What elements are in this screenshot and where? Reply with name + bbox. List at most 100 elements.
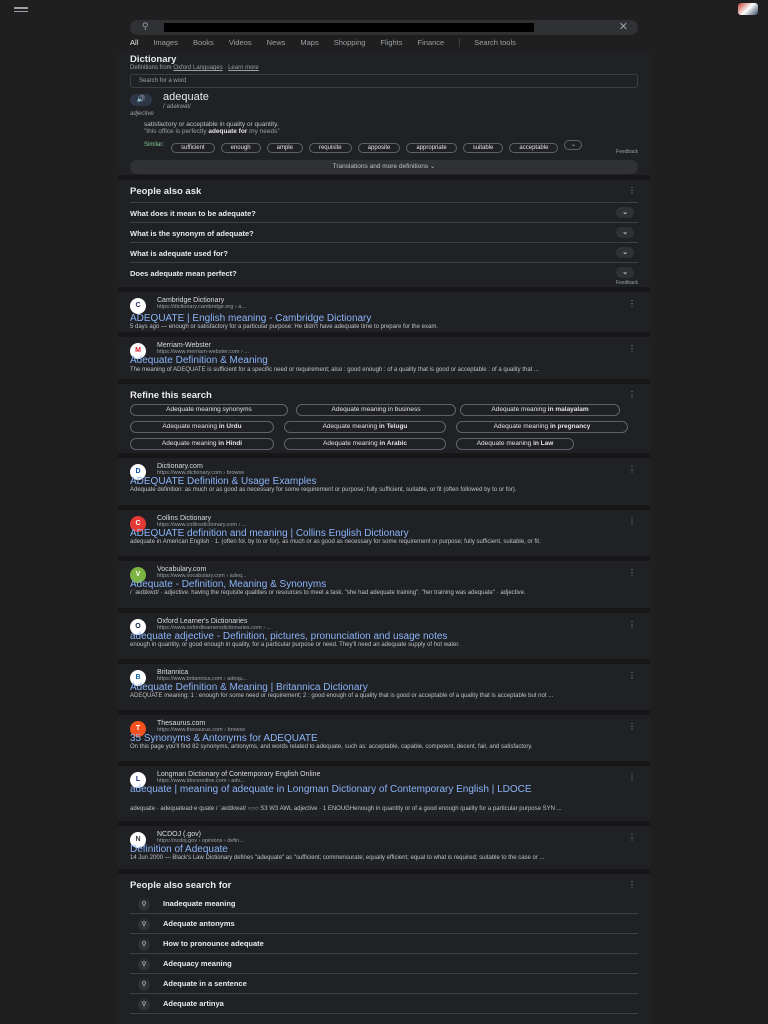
close-icon[interactable]: ✕	[619, 20, 628, 33]
related-search-text: How to pronounce adequate	[163, 939, 264, 948]
more-options-icon[interactable]: ⋮	[628, 186, 636, 195]
more-options-icon[interactable]: ⋮	[628, 344, 636, 353]
more-options-icon[interactable]: ⋮	[628, 671, 636, 680]
similar-chip[interactable]: suitable	[462, 143, 504, 153]
search-icon: ⚲	[138, 919, 150, 931]
paa-question[interactable]: What is the synonym of adequate? ⌄	[130, 222, 638, 242]
refine-chip[interactable]: Adequate meaning in Hindi	[130, 438, 274, 450]
related-search-text: Adequacy meaning	[163, 959, 232, 968]
similar-chip[interactable]: acceptable	[509, 143, 559, 153]
oxford-link[interactable]: Oxford Languages	[173, 65, 222, 71]
similar-chip[interactable]: apposite	[357, 143, 401, 153]
site-name: NCDOJ (.gov)	[157, 831, 201, 838]
more-options-icon[interactable]: ⋮	[628, 773, 636, 782]
search-bar[interactable]: ⚲ ✕	[130, 20, 638, 35]
site-name: Oxford Learner's Dictionaries	[157, 618, 248, 625]
paa-question-text: What is adequate used for?	[130, 249, 228, 258]
refine-chip[interactable]: Adequate meaning synonyms	[130, 404, 288, 416]
more-options-icon[interactable]: ⋮	[628, 880, 636, 889]
chevron-down-icon[interactable]: ⌄	[616, 267, 634, 278]
site-name: Britannica	[157, 669, 189, 676]
search-result: N NCDOJ (.gov) https://ncdoj.gov › opinion…	[118, 826, 650, 874]
refine-chip-text: Adequate meaning synonyms	[166, 406, 252, 413]
chevron-down-icon[interactable]: ⌄	[616, 227, 634, 238]
similar-chip[interactable]: requisite	[308, 143, 352, 153]
refine-chip[interactable]: Adequate meaning in Telugu	[284, 421, 446, 433]
site-name: Longman Dictionary of Contemporary Engli…	[157, 771, 321, 778]
site-favicon: C	[130, 298, 146, 314]
refine-chip-text: Adequate meaning	[491, 406, 548, 413]
search-result: B Britannica https://www.britannica.com › …	[118, 664, 650, 715]
refine-chip-text: Adequate meaning	[493, 423, 550, 430]
similar-chip[interactable]: sufficient	[171, 143, 215, 153]
site-name: Merriam-Webster	[157, 342, 211, 349]
top-bar: ⚲ ✕ All Images Books Videos News Maps Shopping…	[0, 0, 768, 53]
refine-chip-text: Adequate meaning	[161, 440, 219, 447]
more-options-icon[interactable]: ⋮	[628, 299, 636, 308]
result-snippet: adequate in American English · 1. (often…	[130, 539, 541, 545]
word-search-input[interactable]: Search for a word	[130, 74, 638, 88]
translations-button[interactable]: Translations and more definitions ⌄	[130, 160, 638, 174]
related-search[interactable]: ⚲ Inadequate meaning	[130, 894, 638, 914]
more-options-icon[interactable]: ⋮	[628, 517, 636, 526]
refine-chip[interactable]: Adequate meaning in Arabic	[284, 438, 446, 450]
chevron-down-icon[interactable]: ⌄	[616, 207, 634, 218]
refine-chip[interactable]: Adequate meaning in Urdu	[130, 421, 274, 433]
related-search[interactable]: ⚲ Adequacy meaning	[130, 954, 638, 974]
search-icon: ⚲	[138, 979, 150, 991]
refine-chip[interactable]: Adequate meaning in business	[296, 404, 456, 416]
similar-chip[interactable]: enough	[220, 143, 261, 153]
refine-chip-bold: in Urdu	[218, 423, 242, 430]
more-options-icon[interactable]: ⋮	[628, 833, 636, 842]
paa-question[interactable]: Does adequate mean perfect? ⌄	[130, 262, 638, 282]
search-result: T Thesaurus.com https://www.thesaurus.com …	[118, 715, 650, 766]
related-search[interactable]: ⚲ Adequate artinya	[130, 994, 638, 1014]
search-result: M Merriam-Webster https://www.merriam-webs…	[118, 337, 650, 384]
paa-title: People also ask	[130, 186, 202, 197]
similar-chip[interactable]: appropriate	[406, 143, 457, 153]
paa-question[interactable]: What does it mean to be adequate? ⌄	[130, 202, 638, 222]
chevron-down-icon[interactable]: ⌄	[564, 140, 583, 150]
refine-search: Refine this search ⋮ Adequate meaning sy…	[118, 384, 650, 458]
dictionary-feedback[interactable]: Feedback	[616, 149, 638, 155]
refine-chip-text: Adequate meaning	[162, 423, 219, 430]
more-options-icon[interactable]: ⋮	[628, 465, 636, 474]
site-name: Thesaurus.com	[157, 720, 206, 727]
refine-chip-bold: in malayalam	[547, 406, 589, 413]
refine-chip[interactable]: Adequate meaning in pregnancy	[456, 421, 628, 433]
dictionary-source: Definitions from Oxford Languages · Lear…	[130, 65, 259, 71]
related-search[interactable]: ⚲ How to pronounce adequate	[130, 934, 638, 954]
learn-more-link[interactable]: Learn more	[228, 65, 259, 71]
speaker-icon[interactable]: 🔊	[130, 94, 152, 106]
similar-chip[interactable]: ample	[266, 143, 303, 153]
more-options-icon[interactable]: ⋮	[628, 722, 636, 731]
result-snippet: ADEQUATE meaning: 1 : enough for some ne…	[130, 693, 554, 699]
site-name: Collins Dictionary	[157, 515, 212, 522]
result-snippet: adequate · adequatead‧e‧quate / ˈædɪkwət…	[130, 806, 562, 812]
similar-row: Similar: sufficient enough ample requisite a…	[144, 136, 583, 154]
related-search[interactable]: ⚲ Adequate in a sentence	[130, 974, 638, 994]
paa-question-text: What is the synonym of adequate?	[130, 229, 254, 238]
refine-chip[interactable]: Adequate meaning in malayalam	[460, 404, 620, 416]
search-result: C Cambridge Dictionary https://dictionary.…	[118, 292, 650, 337]
phonetic: /ˈadəkwət/	[163, 104, 191, 110]
search-input[interactable]	[164, 23, 534, 32]
refine-chip[interactable]: Adequate meaning in Law	[456, 438, 574, 450]
menu-icon[interactable]	[14, 7, 28, 14]
related-search-text: Adequate antonyms	[163, 919, 235, 928]
result-title-link[interactable]: adequate | meaning of adequate in Longma…	[130, 784, 636, 795]
avatar[interactable]	[738, 3, 758, 15]
more-options-icon[interactable]: ⋮	[628, 390, 636, 399]
people-also-ask: People also ask ⋮ What does it mean to b…	[118, 180, 650, 292]
more-options-icon[interactable]: ⋮	[628, 620, 636, 629]
word-search-placeholder: Search for a word	[139, 78, 187, 84]
result-title-link[interactable]: Adequate Definition & Meaning	[130, 355, 636, 366]
search-result: L Longman Dictionary of Contemporary Engl…	[118, 766, 650, 826]
related-search[interactable]: ⚲ Adequate antonyms	[130, 914, 638, 934]
similar-label: Similar:	[144, 142, 165, 148]
paa-question[interactable]: What is adequate used for? ⌄	[130, 242, 638, 262]
paa-feedback[interactable]: Feedback	[616, 280, 638, 286]
more-options-icon[interactable]: ⋮	[628, 568, 636, 577]
chevron-down-icon[interactable]: ⌄	[616, 247, 634, 258]
site-url[interactable]: https://dictionary.cambridge.org › a...	[157, 304, 246, 310]
